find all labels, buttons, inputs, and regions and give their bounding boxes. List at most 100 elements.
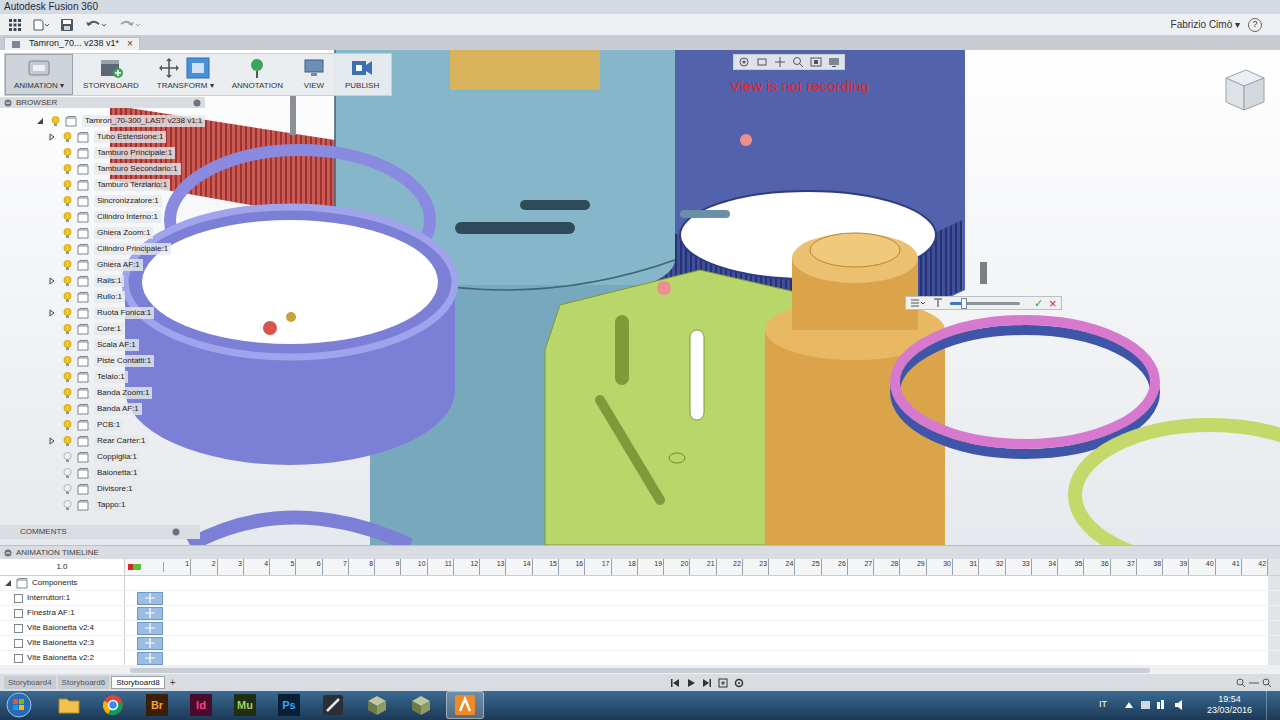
taskbar-app[interactable] [94, 691, 132, 719]
time-ruler[interactable]: 1234567891011121314151617181920212223242… [165, 559, 1268, 575]
keyframe-block[interactable] [137, 652, 163, 665]
add-storyboard-button[interactable]: + [167, 678, 179, 688]
save-icon[interactable] [60, 18, 74, 32]
range-marker-icon[interactable] [128, 562, 164, 572]
list-icon[interactable] [910, 298, 926, 308]
ribbon-tab[interactable]: VIEW [293, 54, 335, 95]
browser-item[interactable]: Cilindro Interno:1 [0, 209, 205, 225]
browser-root[interactable]: Tamron_70-300_LAST v238 v1:1 [0, 113, 205, 129]
taskbar-app[interactable]: Br [138, 691, 176, 719]
visibility-bulb-icon[interactable] [63, 132, 72, 143]
browser-item[interactable]: Divisore:1 [0, 481, 205, 497]
start-button-icon[interactable] [4, 691, 34, 719]
browser-item[interactable]: Core:1 [0, 321, 205, 337]
visibility-bulb-icon[interactable] [63, 228, 72, 239]
browser-item[interactable]: Rear Carter:1 [0, 433, 205, 449]
row-checkbox[interactable] [14, 609, 23, 618]
scrollbar[interactable] [1268, 606, 1280, 620]
visibility-bulb-icon[interactable] [63, 356, 72, 367]
cancel-button[interactable]: × [1049, 297, 1057, 310]
settings-icon[interactable] [734, 678, 744, 688]
collapse-icon[interactable] [4, 549, 12, 557]
scrollbar[interactable] [1268, 559, 1280, 575]
timeline-zoom-icon[interactable] [1236, 678, 1276, 688]
comments-pin-icon[interactable] [172, 528, 180, 536]
play-icon[interactable] [686, 678, 696, 688]
keyframe-block[interactable] [137, 637, 163, 650]
speed-field[interactable]: 1.0 [0, 559, 125, 575]
view-cube-icon[interactable] [1218, 64, 1270, 118]
skip-start-icon[interactable] [670, 678, 680, 688]
fit-icon[interactable] [810, 56, 822, 68]
browser-item[interactable]: PCB:1 [0, 417, 205, 433]
timeline-row[interactable]: Finestra AF:1 [0, 606, 1280, 621]
taskbar-app[interactable]: Id [182, 691, 220, 719]
pin-icon[interactable] [193, 99, 201, 107]
visibility-bulb-icon[interactable] [63, 180, 72, 191]
visibility-bulb-icon[interactable] [63, 500, 72, 511]
row-checkbox[interactable] [14, 594, 23, 603]
expand-toggle[interactable] [48, 308, 58, 318]
scrollbar[interactable] [1268, 636, 1280, 650]
scroll-thumb[interactable] [130, 668, 1150, 673]
browser-item[interactable]: Banda Zoom:1 [0, 385, 205, 401]
row-checkbox[interactable] [14, 639, 23, 648]
pan-icon[interactable] [774, 56, 786, 68]
expand-icon[interactable] [48, 133, 56, 141]
visibility-bulb-icon[interactable] [63, 148, 72, 159]
browser-item[interactable]: Rullo:1 [0, 289, 205, 305]
expand-icon[interactable] [4, 579, 12, 587]
language-indicator[interactable]: IT [1099, 698, 1107, 712]
system-tray-icon[interactable] [1123, 698, 1193, 712]
visibility-bulb-icon[interactable] [63, 324, 72, 335]
visibility-bulb-icon[interactable] [63, 388, 72, 399]
visibility-bulb-icon[interactable] [63, 436, 72, 447]
confirm-button[interactable]: ✓ [1034, 298, 1043, 309]
user-menu[interactable]: Fabrizio Cimò ▾ [1171, 17, 1240, 32]
timeline-row[interactable]: Interruttori:1 [0, 591, 1280, 606]
browser-item[interactable]: Baionetta:1 [0, 465, 205, 481]
visibility-bulb-icon[interactable] [63, 484, 72, 495]
orbit-icon[interactable] [738, 56, 750, 68]
ribbon-tab[interactable]: STORYBOARD [75, 54, 147, 95]
visibility-bulb-icon[interactable] [63, 196, 72, 207]
storyboard-tab[interactable]: Storyboard8 [111, 676, 165, 689]
taskbar-app[interactable] [50, 691, 88, 719]
browser-item[interactable]: Tamburo Terziario:1 [0, 177, 205, 193]
display-settings-icon[interactable] [828, 56, 840, 68]
expand-icon[interactable] [36, 117, 46, 125]
browser-item[interactable]: Cilindro Principale:1 [0, 241, 205, 257]
visibility-bulb-icon[interactable] [63, 372, 72, 383]
document-tab[interactable]: Tamron_70... v238 v1*× [4, 37, 140, 50]
timeline-row[interactable]: Vite Baionetta v2:4 [0, 621, 1280, 636]
row-checkbox[interactable] [14, 654, 23, 663]
ribbon-tab[interactable]: ANIMATION ▾ [5, 54, 73, 95]
browser-item[interactable]: Sincronizzatore:1 [0, 193, 205, 209]
show-desktop-button[interactable] [1266, 690, 1276, 720]
browser-item[interactable]: Tamburo Principale:1 [0, 145, 205, 161]
expand-icon[interactable] [48, 277, 56, 285]
browser-item[interactable]: Piste Contatti:1 [0, 353, 205, 369]
visibility-bulb-icon[interactable] [63, 260, 72, 271]
visibility-bulb-icon[interactable] [63, 244, 72, 255]
text-tool-icon[interactable] [932, 298, 944, 308]
visibility-bulb-icon[interactable] [63, 452, 72, 463]
ribbon-tab[interactable]: TRANSFORM ▾ [149, 54, 222, 95]
keyframe-block[interactable] [137, 622, 163, 635]
taskbar-app[interactable]: Ps [270, 691, 308, 719]
ribbon-tab[interactable]: ANNOTATION [224, 54, 291, 95]
undo-icon[interactable] [84, 18, 108, 32]
visibility-bulb-icon[interactable] [63, 308, 72, 319]
taskbar-app[interactable] [314, 691, 352, 719]
timeline-row[interactable]: Vite Baionetta v2:2 [0, 651, 1280, 666]
taskbar-app[interactable] [402, 691, 440, 719]
skip-end-icon[interactable] [702, 678, 712, 688]
visibility-bulb-icon[interactable] [63, 420, 72, 431]
visibility-bulb-icon[interactable] [63, 468, 72, 479]
visibility-bulb-icon[interactable] [63, 164, 72, 175]
browser-item[interactable]: Banda AF:1 [0, 401, 205, 417]
look-at-icon[interactable] [756, 56, 768, 68]
manipulator-slider-handle[interactable] [961, 298, 967, 309]
timeline-row[interactable]: Vite Baionetta v2:3 [0, 636, 1280, 651]
browser-item[interactable]: Tappo:1 [0, 497, 205, 513]
